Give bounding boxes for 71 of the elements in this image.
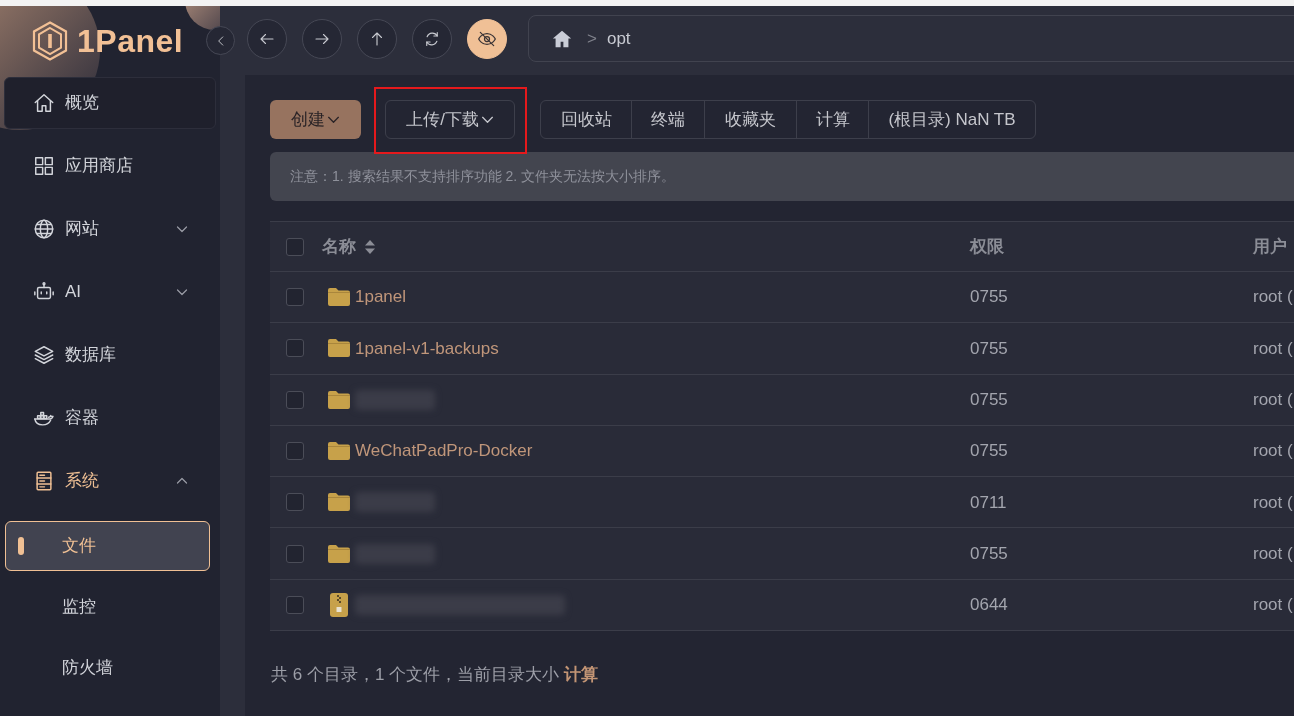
file-name-link[interactable]: 1panel	[355, 284, 407, 310]
permission-cell: 0644	[970, 595, 1008, 615]
toolbar-button[interactable]: 收藏夹	[704, 101, 796, 138]
sidebar-item[interactable]: 数据库	[4, 329, 216, 381]
toolbar-button[interactable]: 计算	[796, 101, 868, 138]
zip-file-icon	[329, 591, 349, 618]
checkbox[interactable]	[286, 237, 304, 256]
notice-text: 注意：1. 搜索结果不支持排序功能 2. 文件夹无法按大小排序。	[290, 167, 676, 186]
server-icon	[33, 470, 55, 492]
sidebar-item[interactable]: 容器	[4, 392, 216, 444]
permission-cell: 0755	[970, 287, 1008, 307]
toolbar-button[interactable]: (根目录) NaN TB	[868, 101, 1035, 138]
user-cell: root (	[1253, 338, 1293, 358]
logo-text: 1Panel	[77, 24, 184, 57]
globe-icon	[33, 218, 55, 240]
sidebar-subitem[interactable]: 防火墙	[5, 643, 210, 693]
dropdown-button[interactable]: 创建	[270, 100, 361, 139]
checkbox[interactable]	[286, 595, 304, 614]
file-name-link[interactable]: 1panel-v1-backups	[355, 335, 499, 362]
sidebar-item[interactable]: 系统	[4, 455, 216, 507]
sidebar-subitem[interactable]: 文件	[5, 521, 210, 571]
checkbox[interactable]	[286, 288, 304, 307]
sidebar-subitem[interactable]: 监控	[5, 582, 210, 632]
permission-cell: 0755	[970, 543, 1008, 563]
column-header: 权限	[970, 235, 1004, 258]
selection-indicator	[18, 537, 24, 555]
summary-text: 共 6 个目录，1 个文件，当前目录大小	[271, 664, 560, 687]
file-name-link[interactable]: WeChatPadPro-Docker	[355, 438, 533, 464]
permission-cell: 0755	[970, 441, 1008, 461]
column-header: 名称	[322, 235, 356, 258]
folder-icon	[327, 389, 351, 410]
hidden-files-toggle[interactable]	[467, 18, 507, 59]
user-cell: root (	[1253, 543, 1293, 563]
permission-cell: 0755	[970, 390, 1008, 409]
checkbox[interactable]	[286, 544, 304, 563]
user-cell: root (	[1253, 441, 1293, 461]
user-cell: root (	[1253, 492, 1293, 512]
permission-cell: 0755	[970, 338, 1008, 358]
dropdown-button[interactable]: 上传/下载	[385, 100, 515, 139]
folder-icon	[327, 492, 351, 513]
toolbar-button[interactable]: 回收站	[541, 101, 631, 138]
folder-icon	[327, 338, 351, 359]
forward-button[interactable]	[302, 18, 342, 59]
user-cell: root (	[1253, 287, 1293, 307]
user-cell: root (	[1253, 390, 1293, 409]
permission-cell: 0711	[970, 492, 1007, 512]
column-header: 用户	[1253, 235, 1287, 258]
refresh-button[interactable]	[412, 18, 452, 59]
breadcrumb-separator: >	[587, 27, 597, 50]
refresh-icon	[423, 29, 441, 48]
up-button[interactable]	[357, 18, 397, 59]
checkbox[interactable]	[286, 390, 304, 409]
sidebar-item[interactable]: 概览	[4, 77, 216, 129]
toolbar-button[interactable]: 终端	[631, 101, 704, 138]
checkbox[interactable]	[286, 493, 304, 512]
checkbox[interactable]	[286, 339, 304, 358]
user-cell: root (	[1253, 595, 1293, 615]
layers-icon	[33, 344, 55, 366]
calculate-link[interactable]: 计算	[564, 662, 599, 688]
sidebar-item[interactable]: AI	[4, 266, 216, 318]
back-button[interactable]	[247, 18, 287, 59]
folder-icon	[327, 441, 351, 462]
grid-icon	[33, 155, 55, 177]
folder-icon	[327, 543, 351, 564]
folder-icon	[327, 287, 351, 308]
breadcrumb-link[interactable]: opt	[606, 25, 631, 52]
sidebar-item[interactable]: 网站	[4, 203, 216, 255]
checkbox[interactable]	[286, 442, 304, 461]
sidebar-item[interactable]: 应用商店	[4, 140, 216, 192]
hexagon-logo-icon	[32, 20, 68, 61]
house-icon	[33, 92, 55, 114]
